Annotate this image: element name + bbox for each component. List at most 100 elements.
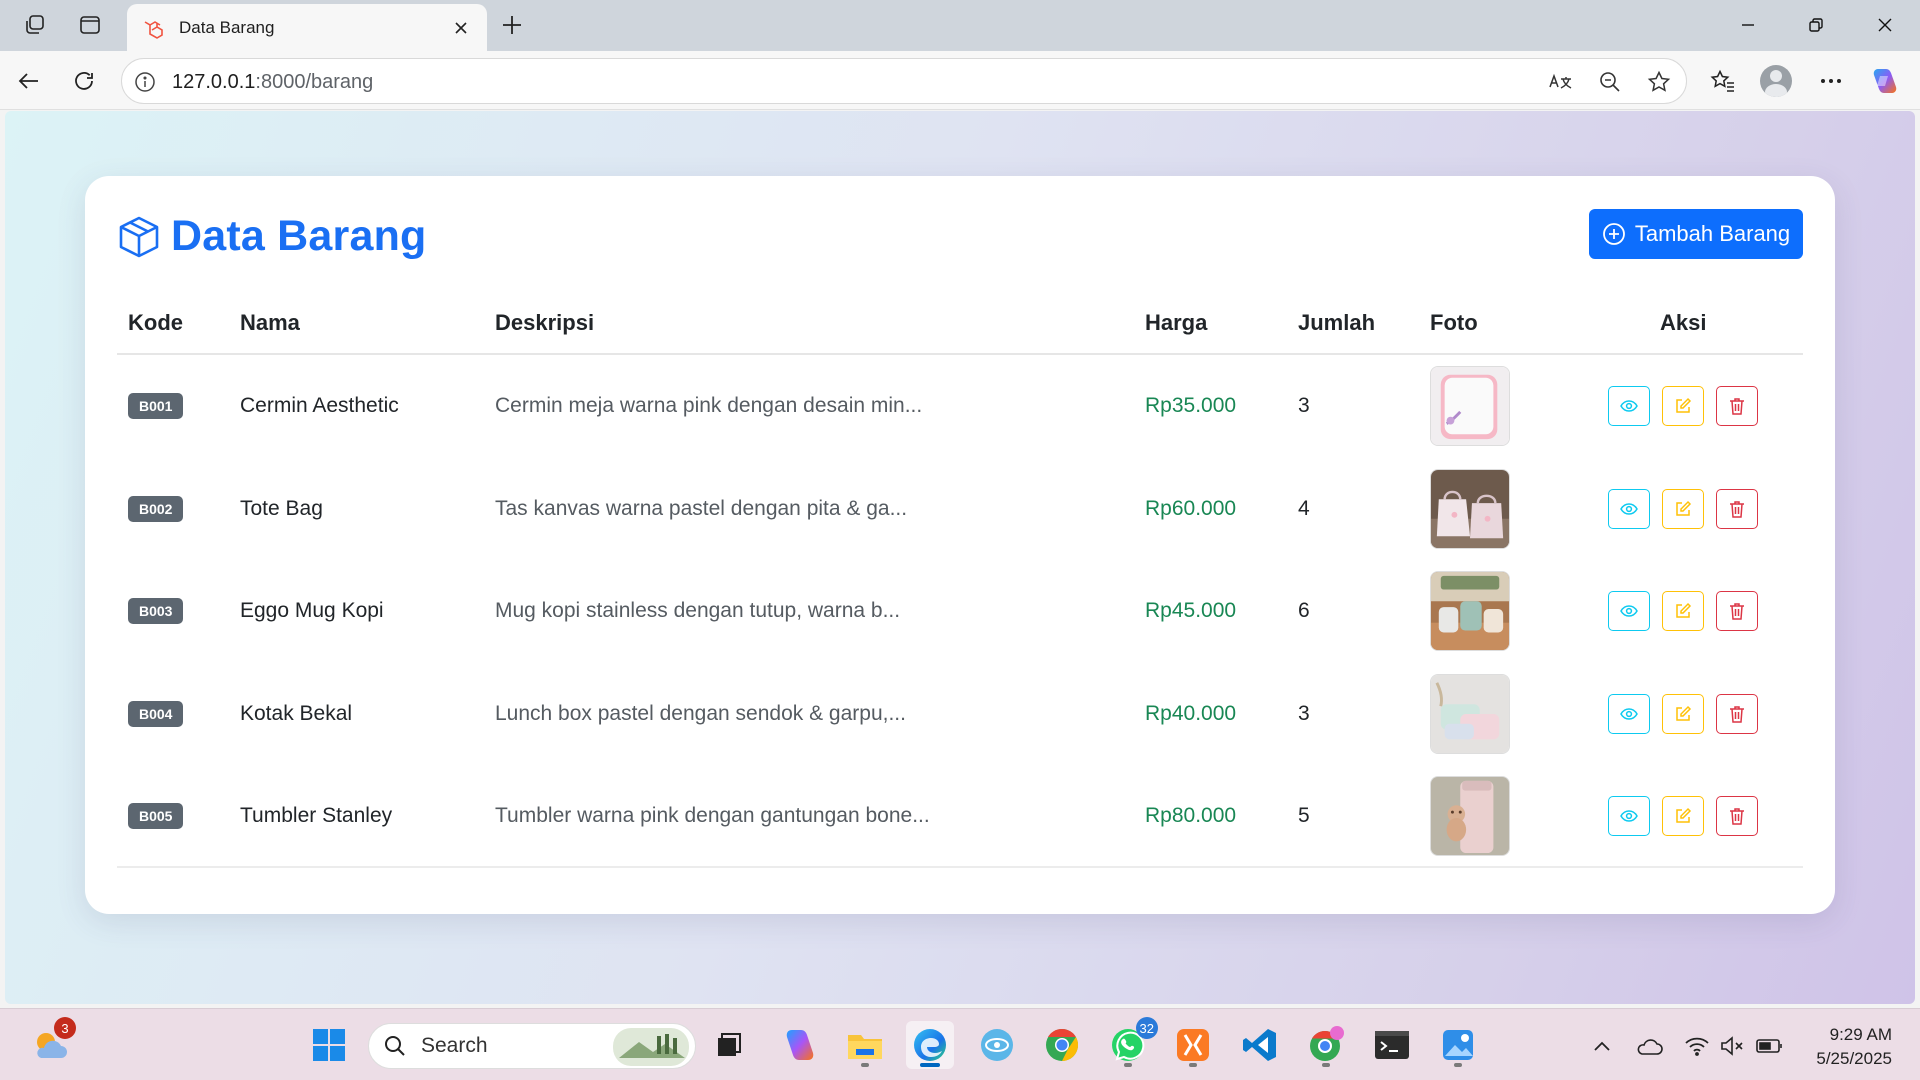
restore-icon[interactable] bbox=[1788, 0, 1844, 50]
page-viewport: Data Barang Tambah Barang Kode Nama Desk… bbox=[5, 111, 1915, 1004]
minimize-icon[interactable] bbox=[1720, 0, 1776, 50]
user-avatar-icon bbox=[1760, 65, 1792, 97]
mirror-photo[interactable] bbox=[1430, 366, 1510, 446]
ai-assistant-icon[interactable] bbox=[973, 1021, 1021, 1069]
edit-pencil-icon[interactable] bbox=[1662, 591, 1704, 631]
show-hidden-icons-chevron-icon[interactable] bbox=[1587, 1031, 1617, 1061]
xampp-icon[interactable] bbox=[1169, 1021, 1217, 1069]
url-host: 127.0.0.1 bbox=[172, 71, 256, 93]
item-quantity: 4 bbox=[1298, 496, 1310, 520]
browser-tab-active[interactable]: Data Barang bbox=[127, 4, 487, 51]
vscode-icon[interactable] bbox=[1236, 1021, 1284, 1069]
clock-date: 5/25/2025 bbox=[1816, 1049, 1892, 1068]
chrome-icon[interactable] bbox=[1038, 1021, 1086, 1069]
item-code-badge: B002 bbox=[128, 495, 184, 522]
page-header: Data Barang bbox=[115, 212, 427, 261]
system-clock[interactable]: 9:29 AM 5/25/2025 bbox=[1816, 1023, 1892, 1071]
view-eye-icon[interactable] bbox=[1608, 488, 1650, 529]
box-icon bbox=[115, 213, 163, 261]
delete-trash-icon[interactable] bbox=[1716, 693, 1758, 734]
new-tab-icon[interactable] bbox=[494, 8, 530, 42]
back-arrow-icon[interactable] bbox=[9, 61, 49, 101]
items-table: Kode Nama Deskripsi Harga Jumlah Foto Ak… bbox=[117, 300, 1803, 868]
battery-icon[interactable] bbox=[1755, 1031, 1785, 1061]
item-description: Tumbler warna pink dengan gantungan bone… bbox=[495, 804, 930, 827]
running-indicator bbox=[1124, 1063, 1132, 1067]
item-price: Rp80.000 bbox=[1145, 804, 1237, 827]
delete-trash-icon[interactable] bbox=[1716, 386, 1758, 426]
favorite-star-icon[interactable] bbox=[1644, 67, 1674, 97]
address-bar[interactable]: 127.0.0.1:8000/barang bbox=[121, 58, 1687, 104]
table-row: B001 Cermin Aesthetic Cermin meja warna … bbox=[117, 355, 1803, 458]
item-description: Lunch box pastel dengan sendok & garpu,.… bbox=[495, 701, 906, 725]
edit-pencil-icon[interactable] bbox=[1662, 386, 1704, 426]
item-code-badge: B004 bbox=[128, 700, 184, 727]
zoom-out-icon[interactable] bbox=[1595, 67, 1625, 97]
onedrive-cloud-icon[interactable] bbox=[1634, 1031, 1664, 1061]
table-row: B004 Kotak Bekal Lunch box pastel dengan… bbox=[117, 663, 1803, 766]
table-header: Kode Nama Deskripsi Harga Jumlah Foto Ak… bbox=[117, 300, 1803, 355]
lunch-box-photo[interactable] bbox=[1430, 673, 1510, 754]
header-deskripsi: Deskripsi bbox=[495, 310, 595, 335]
edit-pencil-icon[interactable] bbox=[1662, 796, 1704, 836]
running-indicator bbox=[1189, 1063, 1197, 1067]
photos-app-icon[interactable] bbox=[1434, 1021, 1482, 1069]
weather-widget-icon[interactable]: 3 bbox=[26, 1017, 76, 1069]
close-window-icon[interactable] bbox=[1857, 0, 1913, 50]
weather-badge: 3 bbox=[54, 1017, 76, 1039]
edit-pencil-icon[interactable] bbox=[1662, 693, 1704, 734]
delete-trash-icon[interactable] bbox=[1716, 796, 1758, 836]
header-kode: Kode bbox=[128, 310, 183, 335]
item-quantity: 6 bbox=[1298, 599, 1310, 622]
view-eye-icon[interactable] bbox=[1608, 386, 1650, 426]
more-menu-icon[interactable] bbox=[1810, 60, 1852, 102]
running-indicator bbox=[1454, 1063, 1462, 1067]
edit-pencil-icon[interactable] bbox=[1662, 488, 1704, 529]
delete-trash-icon[interactable] bbox=[1716, 591, 1758, 631]
tote-bag-photo[interactable] bbox=[1430, 468, 1510, 549]
copilot-app-icon[interactable] bbox=[775, 1021, 823, 1069]
refresh-icon[interactable] bbox=[64, 61, 104, 101]
start-windows-icon[interactable] bbox=[305, 1021, 353, 1069]
view-eye-icon[interactable] bbox=[1608, 693, 1650, 734]
copilot-icon[interactable] bbox=[1863, 60, 1905, 102]
running-indicator bbox=[1322, 1063, 1330, 1067]
item-description: Tas kanvas warna pastel dengan pita & ga… bbox=[495, 496, 908, 520]
url-path: :8000/barang bbox=[255, 71, 374, 93]
taskbar-search-input[interactable]: Search bbox=[368, 1023, 696, 1069]
favorites-icon[interactable] bbox=[1702, 60, 1744, 102]
vertical-tabs-icon[interactable] bbox=[72, 8, 108, 42]
delete-trash-icon[interactable] bbox=[1716, 488, 1758, 529]
search-highlight-image-icon bbox=[613, 1028, 689, 1066]
data-barang-card: Data Barang Tambah Barang Kode Nama Desk… bbox=[85, 176, 1835, 914]
url-text[interactable]: 127.0.0.1:8000/barang bbox=[172, 71, 373, 94]
tumbler-photo[interactable] bbox=[1430, 776, 1510, 856]
plus-circle-icon bbox=[1602, 222, 1626, 246]
item-quantity: 3 bbox=[1298, 701, 1310, 725]
site-info-icon[interactable] bbox=[132, 69, 158, 95]
edge-browser-icon[interactable] bbox=[906, 1021, 954, 1069]
terminal-icon[interactable] bbox=[1368, 1021, 1416, 1069]
add-item-button[interactable]: Tambah Barang bbox=[1589, 209, 1803, 259]
chrome-profile-icon[interactable] bbox=[1302, 1021, 1350, 1069]
close-tab-icon[interactable] bbox=[449, 16, 473, 40]
volume-muted-icon[interactable] bbox=[1718, 1031, 1748, 1061]
whatsapp-icon[interactable]: 32 bbox=[1104, 1017, 1158, 1069]
laravel-favicon-icon bbox=[141, 16, 165, 40]
task-view-icon[interactable] bbox=[705, 1021, 753, 1069]
item-name: Eggo Mug Kopi bbox=[240, 599, 384, 622]
running-indicator bbox=[920, 1063, 940, 1067]
item-description: Mug kopi stainless dengan tutup, warna b… bbox=[495, 599, 901, 622]
table-row: B005 Tumbler Stanley Tumbler warna pink … bbox=[117, 765, 1803, 868]
browser-nav-bar: 127.0.0.1:8000/barang bbox=[0, 51, 1920, 110]
file-explorer-icon[interactable] bbox=[841, 1021, 889, 1069]
profile-avatar[interactable] bbox=[1755, 60, 1797, 102]
view-eye-icon[interactable] bbox=[1608, 591, 1650, 631]
view-eye-icon[interactable] bbox=[1608, 796, 1650, 836]
mug-photo[interactable] bbox=[1430, 571, 1510, 651]
workspaces-icon[interactable] bbox=[17, 8, 53, 42]
header-aksi: Aksi bbox=[1660, 310, 1707, 335]
running-indicator bbox=[861, 1063, 869, 1067]
read-aloud-translate-icon[interactable] bbox=[1546, 67, 1576, 97]
wifi-icon[interactable] bbox=[1682, 1031, 1712, 1061]
